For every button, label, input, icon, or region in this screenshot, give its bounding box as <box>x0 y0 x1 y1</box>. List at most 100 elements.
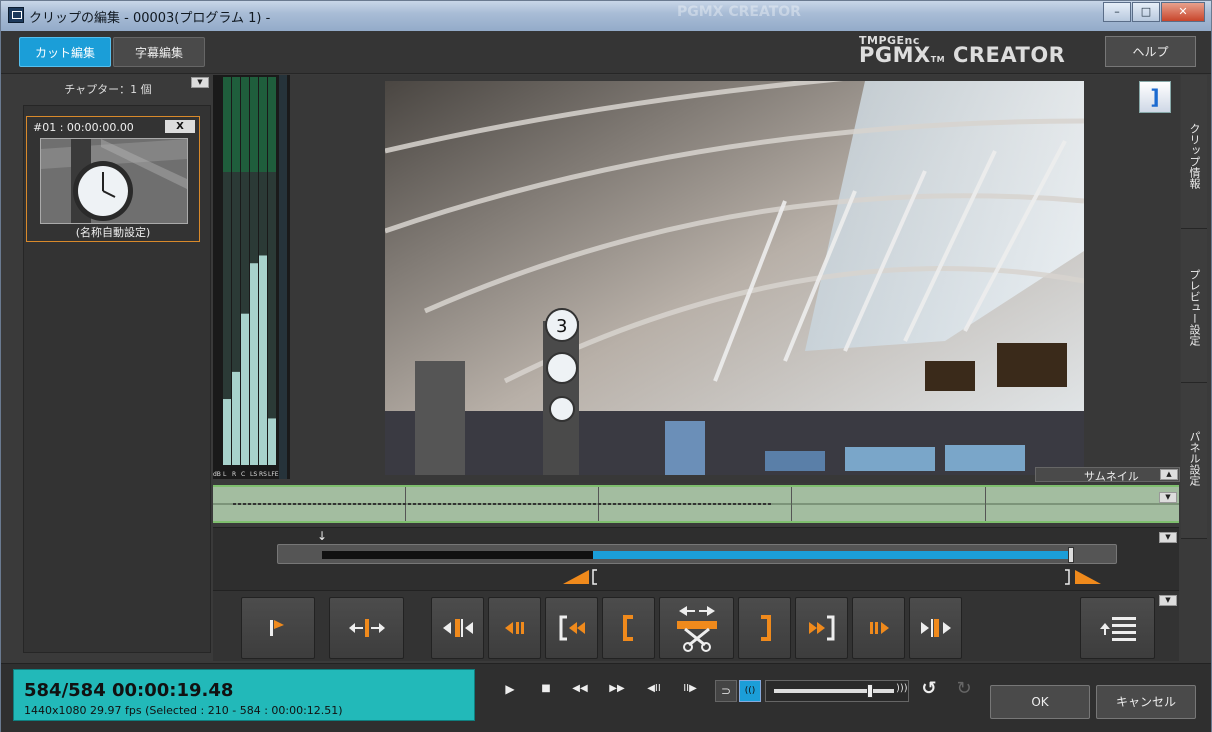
meter-peak-zone <box>241 77 249 172</box>
status-bar: 584/584 00:00:19.48 1440x1080 29.97 fps … <box>1 663 1211 732</box>
volume-slider[interactable]: ))) <box>765 680 909 702</box>
chapter-list: #01 : 00:00:00.00 X (名称自動設定) <box>23 105 211 653</box>
meter-channel-label: C <box>241 471 245 478</box>
thumbnail-tab-label: サムネイル <box>1084 470 1139 483</box>
meter-level-bar <box>232 371 240 465</box>
set-end-button[interactable] <box>738 597 791 659</box>
loop-toggle-button[interactable]: ⊃ <box>715 680 737 702</box>
help-button[interactable]: ヘルプ <box>1105 36 1196 67</box>
title-bar: クリップの編集 - 00003(プログラム 1) - PGMX CREATOR … <box>1 1 1211 31</box>
app-logo: TMPGEnc PGMXTM CREATOR <box>859 34 1065 67</box>
undo-button[interactable]: ↺ <box>916 677 942 701</box>
volume-track <box>774 689 894 693</box>
end-handle-icon[interactable] <box>1075 570 1101 584</box>
meter-channel-label: LFE <box>268 471 279 478</box>
fast-forward-button[interactable]: ▶▶ <box>604 677 630 701</box>
maximize-button[interactable]: □ <box>1132 2 1160 22</box>
audio-level-meter: L R C LS RS LFE dB <box>213 75 290 479</box>
chapter-name: (名称自動設定) <box>75 226 151 239</box>
go-end-icon <box>808 615 834 641</box>
status-display: 584/584 00:00:19.48 1440x1080 29.97 fps … <box>13 669 475 721</box>
step-forward-icon <box>869 622 889 634</box>
meter-level-bar <box>250 263 258 465</box>
bracket-close-icon <box>760 615 771 641</box>
cancel-button[interactable]: キャンセル <box>1096 685 1196 719</box>
meter-level-bar <box>223 399 231 465</box>
thumbnail-tab[interactable]: サムネイル ▲ <box>1035 467 1180 483</box>
svg-text:3: 3 <box>556 316 567 337</box>
timeline-bar <box>322 547 1074 563</box>
audio-waveform-strip[interactable]: ▼ <box>213 485 1179 523</box>
meter-channel-label: RS <box>259 471 267 478</box>
set-start-button[interactable] <box>602 597 655 659</box>
stop-button[interactable]: ■ <box>533 677 559 701</box>
set-end-mark-button[interactable]: ] <box>1139 81 1171 113</box>
audio-toggle-button[interactable]: (() <box>739 680 761 702</box>
meter-peak-zone <box>232 77 240 172</box>
frame-forward-button[interactable]: II▶ <box>677 677 703 701</box>
tab-cut-edit[interactable]: カット編集 <box>19 37 111 67</box>
thumbnail-toggle[interactable]: ▲ <box>1160 469 1178 480</box>
frame-back-button[interactable]: ◀II <box>641 677 667 701</box>
chapter-thumbnail <box>40 138 188 224</box>
start-bracket-icon <box>592 569 597 585</box>
tab-clip-info[interactable]: クリップ情報 <box>1181 75 1207 229</box>
prev-cut-button[interactable] <box>431 597 484 659</box>
start-handle-icon[interactable] <box>563 570 589 584</box>
chapter-header: #01 : 00:00:00.00 <box>33 121 134 134</box>
volume-knob[interactable] <box>867 684 873 698</box>
close-button[interactable]: ✕ <box>1161 2 1205 22</box>
timeline-cursor[interactable] <box>1068 547 1074 563</box>
flag-icon <box>270 620 284 636</box>
prev-cut-icon <box>442 619 473 637</box>
side-tabs: クリップ情報 プレビュー設定 パネル設定 <box>1181 75 1207 539</box>
ok-button[interactable]: OK <box>990 685 1090 719</box>
edit-clip-window: クリップの編集 - 00003(プログラム 1) - PGMX CREATOR … <box>0 0 1212 732</box>
tab-panel-settings[interactable]: パネル設定 <box>1181 383 1207 539</box>
window-title: クリップの編集 - 00003(プログラム 1) - <box>29 11 271 26</box>
set-chapter-button[interactable] <box>241 597 315 659</box>
meter-channel-label: L <box>223 471 227 478</box>
playhead-marker-icon: ↓ <box>317 529 328 543</box>
timeline[interactable]: ↓ ▼ <box>213 527 1179 591</box>
tab-preview-settings-label: プレビュー設定 <box>1188 269 1201 346</box>
chapter-panel: チャプター：1 個 ▼ #01 : 00:00:00.00 X (名称自動設定) <box>13 75 211 655</box>
redo-button[interactable]: ↻ <box>951 677 977 701</box>
go-end-button[interactable] <box>795 597 848 659</box>
meter-peak-zone <box>259 77 267 172</box>
tab-panel-settings-label: パネル設定 <box>1188 431 1201 486</box>
split-button[interactable] <box>329 597 404 659</box>
video-preview[interactable]: 3 <box>385 81 1084 475</box>
step-back-button[interactable] <box>488 597 541 659</box>
minimize-button[interactable]: – <box>1103 2 1131 22</box>
step-forward-button[interactable] <box>852 597 905 659</box>
tab-preview-settings[interactable]: プレビュー設定 <box>1181 229 1207 383</box>
step-back-icon <box>504 622 524 634</box>
timeline-menu-dropdown[interactable]: ▼ <box>1159 532 1177 543</box>
chapter-menu-dropdown[interactable]: ▼ <box>191 77 209 88</box>
timeline-track[interactable] <box>277 544 1117 564</box>
tab-subtitle-edit[interactable]: 字幕編集 <box>113 37 205 67</box>
scissors-icon <box>676 606 717 652</box>
go-start-button[interactable] <box>545 597 598 659</box>
logo-creator: CREATOR <box>952 43 1066 67</box>
play-button[interactable]: ▶ <box>497 677 523 701</box>
rewind-button[interactable]: ◀◀ <box>567 677 593 701</box>
meter-peak-zone <box>250 77 258 172</box>
meter-peak-zone <box>268 77 276 172</box>
list-button[interactable] <box>1080 597 1155 659</box>
waveform-menu-dropdown[interactable]: ▼ <box>1159 492 1177 503</box>
tab-clip-info-label: クリップ情報 <box>1188 123 1201 189</box>
chapter-delete-button[interactable]: X <box>165 120 195 133</box>
bracket-open-icon <box>622 615 633 641</box>
meter-peak-zone <box>223 77 231 172</box>
next-cut-icon <box>920 619 951 637</box>
meter-level-bar <box>268 418 276 465</box>
meter-side-strip <box>279 75 287 479</box>
background-watermark: PGMX CREATOR <box>677 4 801 20</box>
next-cut-button[interactable] <box>909 597 962 659</box>
edit-toolbar-dropdown[interactable]: ▼ <box>1159 595 1177 606</box>
chapter-item[interactable]: #01 : 00:00:00.00 X (名称自動設定) <box>26 116 200 242</box>
speaker-icon: ))) <box>896 683 908 694</box>
cut-button[interactable] <box>659 597 734 659</box>
